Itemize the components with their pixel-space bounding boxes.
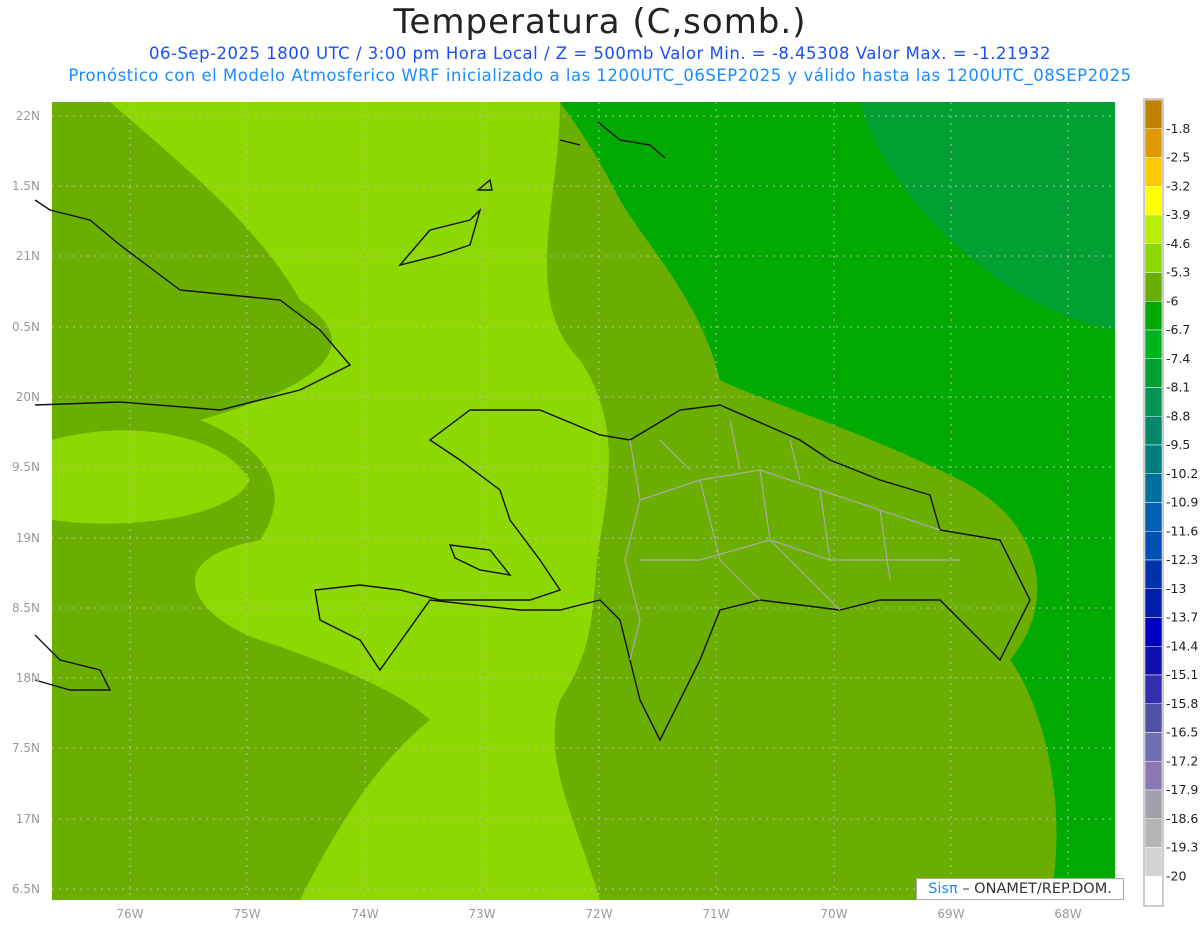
legend-swatch (1144, 732, 1163, 762)
lat-label: 17N (16, 812, 40, 826)
lon-label: 74W (351, 907, 378, 921)
legend-label: -14.4 (1166, 638, 1198, 653)
legend-label: -17.9 (1166, 782, 1198, 797)
map-area (52, 102, 1115, 900)
lon-label: 73W (468, 907, 495, 921)
lat-label: 1.5N (12, 179, 40, 193)
legend-label: -13.7 (1166, 610, 1198, 625)
legend-label: -13 (1166, 581, 1186, 596)
legend-swatch (1144, 876, 1163, 906)
legend-swatch (1144, 301, 1163, 331)
legend-label: -16.5 (1166, 725, 1198, 740)
legend-label: -9.5 (1166, 437, 1190, 452)
legend-swatch (1144, 473, 1163, 503)
legend-swatch (1144, 157, 1163, 187)
legend-label: -3.9 (1166, 207, 1190, 222)
legend-swatch (1144, 617, 1163, 647)
legend-label: -6 (1166, 293, 1179, 308)
lat-label: 8.5N (12, 601, 40, 615)
legend-label: -18.6 (1166, 811, 1198, 826)
legend-label: -5.3 (1166, 265, 1190, 280)
legend-swatch (1144, 703, 1163, 733)
legend-swatch (1144, 847, 1163, 877)
legend-swatch (1144, 416, 1163, 446)
legend-swatch (1144, 559, 1163, 589)
onamet-logo: Sisπ – ONAMET/REP.DOM. (916, 878, 1124, 900)
legend-label: -12.3 (1166, 552, 1198, 567)
temperature-map: 22N 1.5N 21N 0.5N 20N 9.5N 19N 8.5N 18N … (12, 98, 1198, 921)
lat-label: 7.5N (12, 741, 40, 755)
legend-swatch (1144, 214, 1163, 244)
legend-label: -11.6 (1166, 523, 1198, 538)
lat-label: 0.5N (12, 320, 40, 334)
legend-swatch (1144, 186, 1163, 216)
legend-swatch (1144, 674, 1163, 704)
legend-swatch (1144, 789, 1163, 819)
lon-label: 72W (585, 907, 612, 921)
legend-swatch (1144, 761, 1163, 791)
lon-label: 71W (702, 907, 729, 921)
legend-swatch (1144, 588, 1163, 618)
lon-label: 76W (116, 907, 143, 921)
lat-label: 9.5N (12, 460, 40, 474)
lat-label: 20N (16, 390, 40, 404)
legend-label: -15.8 (1166, 696, 1198, 711)
legend-swatch (1144, 243, 1163, 273)
lat-label: 18N (16, 671, 40, 685)
lat-label: 19N (16, 531, 40, 545)
legend-swatch (1144, 502, 1163, 532)
lon-label: 75W (233, 907, 260, 921)
legend-swatch (1144, 444, 1163, 474)
lat-label: 21N (16, 249, 40, 263)
legend-label: -8.1 (1166, 380, 1190, 395)
legend-label: -19.3 (1166, 840, 1198, 855)
legend-label: -7.4 (1166, 351, 1190, 366)
legend-swatch (1144, 272, 1163, 302)
logo-text: – ONAMET/REP.DOM. (957, 881, 1112, 897)
lat-axis-labels: 22N 1.5N 21N 0.5N 20N 9.5N 19N 8.5N 18N … (12, 109, 40, 896)
legend-swatch (1144, 387, 1163, 417)
legend-swatch (1144, 818, 1163, 848)
legend-label: -2.5 (1166, 150, 1190, 165)
color-legend: -1.8 -2.5 -3.2 -3.9 -4.6 -5.3 -6 -6.7 -7.4 -8.1 -8… (1143, 98, 1198, 907)
lat-label: 6.5N (12, 882, 40, 896)
legend-label: -3.2 (1166, 178, 1190, 193)
legend-swatch (1144, 99, 1163, 129)
legend-label: -1.8 (1166, 121, 1190, 136)
legend-label: -20 (1166, 868, 1186, 883)
legend-label: -6.7 (1166, 322, 1190, 337)
legend-label: -8.8 (1166, 408, 1190, 423)
legend-label: -15.1 (1166, 667, 1198, 682)
lon-label: 70W (820, 907, 847, 921)
legend-swatch (1144, 358, 1163, 388)
legend-label: -10.9 (1166, 495, 1198, 510)
legend-swatch (1144, 531, 1163, 561)
legend-label: -10.2 (1166, 466, 1198, 481)
legend-swatch (1144, 646, 1163, 676)
sispi-brand: Sisπ (928, 881, 958, 897)
legend-label: -4.6 (1166, 236, 1190, 251)
legend-swatch (1144, 128, 1163, 158)
lat-label: 22N (16, 109, 40, 123)
legend-swatch (1144, 329, 1163, 359)
lon-label: 69W (937, 907, 964, 921)
lon-label: 68W (1054, 907, 1081, 921)
legend-label: -17.2 (1166, 753, 1198, 768)
lon-axis-labels: 76W 75W 74W 73W 72W 71W 70W 69W 68W (116, 907, 1081, 921)
